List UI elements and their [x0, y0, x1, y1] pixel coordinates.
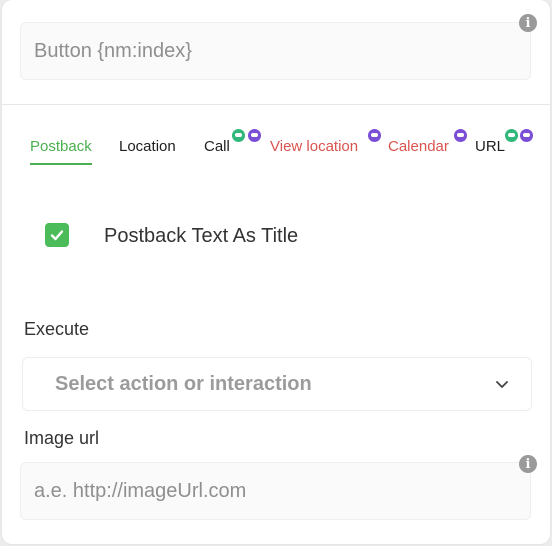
button-settings-card: Button {nm:index} i Postback Location Ca… [2, 0, 550, 544]
purple-chat-badge-icon [248, 129, 261, 142]
green-chat-badge-icon [232, 129, 245, 142]
green-chat-badge-icon [505, 129, 518, 142]
purple-chat-badge-icon [520, 129, 533, 142]
execute-select[interactable]: Select action or interaction [22, 357, 532, 411]
image-url-placeholder: a.e. http://imageUrl.com [34, 479, 247, 502]
image-url-label: Image url [24, 428, 100, 448]
tab-view-location[interactable]: View location [270, 138, 358, 155]
chevron-down-icon [496, 381, 508, 388]
postback-title-label: Postback Text As Title [104, 225, 299, 247]
execute-placeholder: Select action or interaction [55, 372, 312, 395]
info-icon[interactable]: i [519, 455, 537, 473]
purple-chat-badge-icon [454, 129, 467, 142]
tab-location[interactable]: Location [119, 138, 176, 155]
info-icon[interactable]: i [519, 14, 537, 32]
button-title-section: Button {nm:index} i [2, 0, 550, 105]
tab-postback[interactable]: Postback [30, 138, 92, 165]
image-url-input[interactable]: a.e. http://imageUrl.com [20, 462, 531, 520]
check-icon [50, 230, 64, 241]
tab-call[interactable]: Call [204, 138, 230, 155]
postback-title-checkbox[interactable] [45, 223, 69, 247]
button-title-value: Button {nm:index} [34, 39, 192, 62]
execute-label: Execute [24, 319, 90, 339]
action-type-tabs: Postback Location Call View location Cal… [2, 128, 550, 168]
tab-url[interactable]: URL [475, 138, 505, 155]
button-title-input[interactable]: Button {nm:index} [20, 22, 531, 80]
purple-chat-badge-icon [368, 129, 381, 142]
tab-calendar[interactable]: Calendar [388, 138, 449, 155]
